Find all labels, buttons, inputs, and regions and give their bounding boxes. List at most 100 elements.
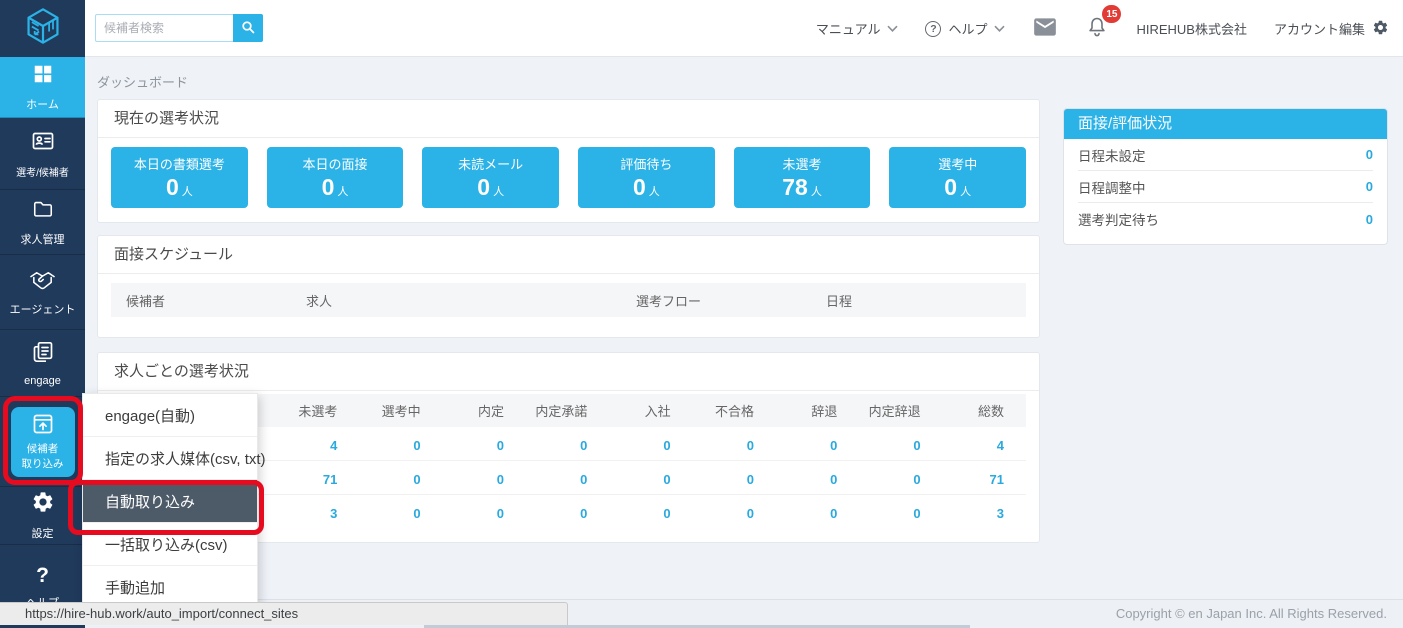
- count-cell[interactable]: 0: [776, 506, 859, 521]
- count-cell[interactable]: 0: [609, 472, 692, 487]
- count-cell[interactable]: 0: [526, 472, 609, 487]
- sidebar-item-label-line1: 候補者: [27, 443, 59, 456]
- help-label: ヘルプ: [948, 19, 987, 38]
- current-status-title: 現在の選考状況: [98, 100, 1039, 138]
- sidebar-item-label: engage: [24, 375, 61, 387]
- count-cell[interactable]: 0: [859, 472, 942, 487]
- status-tiles: 本日の書類選考 0人 本日の面接 0人 未読メール 0人 評価待ち 0人 未選考…: [111, 147, 1026, 208]
- manual-menu[interactable]: マニュアル: [816, 19, 899, 38]
- column-header: 候補者: [111, 291, 291, 310]
- search-icon: [240, 19, 256, 38]
- gear-icon: [1372, 19, 1389, 39]
- candidate-import-tile[interactable]: 候補者 取り込み: [11, 407, 75, 477]
- count-cell[interactable]: 0: [859, 438, 942, 453]
- id-card-icon: [30, 129, 56, 158]
- count-cell[interactable]: 0: [443, 438, 526, 453]
- notifications-button[interactable]: 15: [1085, 14, 1109, 43]
- interview-schedule-title: 面接スケジュール: [98, 236, 1039, 274]
- company-name: HIREHUB株式会社: [1136, 19, 1247, 38]
- interview-schedule-card: 面接スケジュール 候補者 求人 選考フロー 日程: [97, 235, 1040, 338]
- interview-status-title: 面接/評価状況: [1064, 109, 1387, 139]
- count-cell[interactable]: 3: [276, 506, 359, 521]
- menu-item-auto-import[interactable]: 自動取り込み: [83, 480, 257, 523]
- count-cell[interactable]: 0: [359, 506, 442, 521]
- column-header: 総数: [943, 401, 1026, 420]
- sidebar-item-selection-candidates[interactable]: 選考/候補者: [0, 118, 85, 190]
- menu-item-bulk-import-csv[interactable]: 一括取り込み(csv): [83, 523, 257, 566]
- messages-button[interactable]: [1032, 14, 1058, 43]
- column-header: 選考中: [359, 401, 442, 420]
- interview-status-panel: 面接/評価状況 日程未設定 0 日程調整中 0 選考判定待ち 0: [1063, 108, 1388, 245]
- sidebar-item-label: ホーム: [26, 96, 59, 112]
- link-status-bar: https://hire-hub.work/auto_import/connec…: [0, 602, 568, 625]
- count-cell[interactable]: 0: [443, 506, 526, 521]
- stat-tile-in-selection[interactable]: 選考中 0人: [889, 147, 1026, 208]
- count-cell[interactable]: 0: [526, 438, 609, 453]
- count-cell[interactable]: 4: [943, 438, 1026, 453]
- sidebar-item-label: 設定: [32, 525, 54, 541]
- count-cell[interactable]: 0: [359, 472, 442, 487]
- sidebar-item-settings[interactable]: 設定: [0, 487, 85, 545]
- handshake-icon: [29, 268, 56, 295]
- candidate-import-menu: engage(自動) 指定の求人媒体(csv, txt) 自動取り込み 一括取り…: [82, 393, 258, 610]
- interview-schedule-header: 候補者 求人 選考フロー 日程: [111, 283, 1026, 317]
- count-cell[interactable]: 3: [943, 506, 1026, 521]
- menu-item-specified-media-csv-txt[interactable]: 指定の求人媒体(csv, txt): [83, 437, 257, 480]
- count-cell[interactable]: 0: [776, 472, 859, 487]
- stat-tile-today-interview[interactable]: 本日の面接 0人: [267, 147, 404, 208]
- help-menu[interactable]: ? ヘルプ: [925, 19, 1005, 38]
- documents-icon: [31, 340, 55, 369]
- count-cell[interactable]: 0: [609, 438, 692, 453]
- import-upload-icon: [31, 412, 55, 441]
- stat-tile-today-screening[interactable]: 本日の書類選考 0人: [111, 147, 248, 208]
- search-input[interactable]: [95, 14, 233, 42]
- sidebar-item-candidate-import[interactable]: 候補者 取り込み: [0, 397, 85, 487]
- sidebar-item-label-line2: 取り込み: [22, 458, 64, 471]
- count-cell[interactable]: 0: [776, 438, 859, 453]
- sidebar-item-home[interactable]: ホーム: [0, 57, 85, 118]
- search-button[interactable]: [233, 14, 263, 42]
- count-cell[interactable]: 4: [276, 438, 359, 453]
- app-logo[interactable]: [0, 0, 85, 57]
- mail-icon: [1032, 14, 1058, 43]
- help-circle-icon: ?: [925, 21, 941, 37]
- topbar: マニュアル ? ヘルプ: [0, 0, 1403, 57]
- stat-tile-unread-mail[interactable]: 未読メール 0人: [422, 147, 559, 208]
- count-cell[interactable]: 0: [609, 506, 692, 521]
- sidebar-item-label: 求人管理: [21, 231, 65, 247]
- hirehub-dashboard: マニュアル ? ヘルプ: [0, 0, 1403, 628]
- question-icon: ?: [36, 564, 49, 588]
- folder-icon: [31, 198, 55, 225]
- count-cell[interactable]: 0: [859, 506, 942, 521]
- stat-tile-unscreened[interactable]: 未選考 78人: [734, 147, 871, 208]
- copyright-text: Copyright © en Japan Inc. All Rights Res…: [1116, 606, 1387, 621]
- sidebar-item-engage[interactable]: engage: [0, 330, 85, 397]
- panel-row-schedule-unset[interactable]: 日程未設定 0: [1078, 139, 1373, 171]
- logo-cube-icon: [23, 6, 63, 51]
- column-header: 求人: [291, 291, 621, 310]
- panel-row-awaiting-judgement[interactable]: 選考判定待ち 0: [1078, 203, 1373, 235]
- menu-item-engage-auto[interactable]: engage(自動): [83, 394, 257, 437]
- count-cell[interactable]: 0: [526, 506, 609, 521]
- count-cell[interactable]: 0: [443, 472, 526, 487]
- count-cell[interactable]: 0: [359, 438, 442, 453]
- chevron-down-icon: [994, 21, 1005, 36]
- count-cell[interactable]: 0: [693, 506, 776, 521]
- count-cell[interactable]: 0: [693, 472, 776, 487]
- sidebar-item-agent[interactable]: エージェント: [0, 255, 85, 330]
- breadcrumb: ダッシュボード: [97, 72, 188, 91]
- column-header: 日程: [811, 291, 1026, 310]
- sidebar-item-label: エージェント: [10, 301, 76, 317]
- panel-row-schedule-adjusting[interactable]: 日程調整中 0: [1078, 171, 1373, 203]
- count-cell[interactable]: 0: [693, 438, 776, 453]
- manual-label: マニュアル: [816, 19, 881, 38]
- count-cell[interactable]: 71: [276, 472, 359, 487]
- topbar-right: マニュアル ? ヘルプ: [816, 0, 1389, 57]
- column-header: 選考フロー: [621, 291, 811, 310]
- account-edit-button[interactable]: アカウント編集: [1274, 19, 1389, 39]
- sidebar-item-job-management[interactable]: 求人管理: [0, 190, 85, 255]
- job-status-title: 求人ごとの選考状況: [98, 353, 1039, 391]
- stat-tile-awaiting-evaluation[interactable]: 評価待ち 0人: [578, 147, 715, 208]
- count-cell[interactable]: 71: [943, 472, 1026, 487]
- column-header: 未選考: [276, 401, 359, 420]
